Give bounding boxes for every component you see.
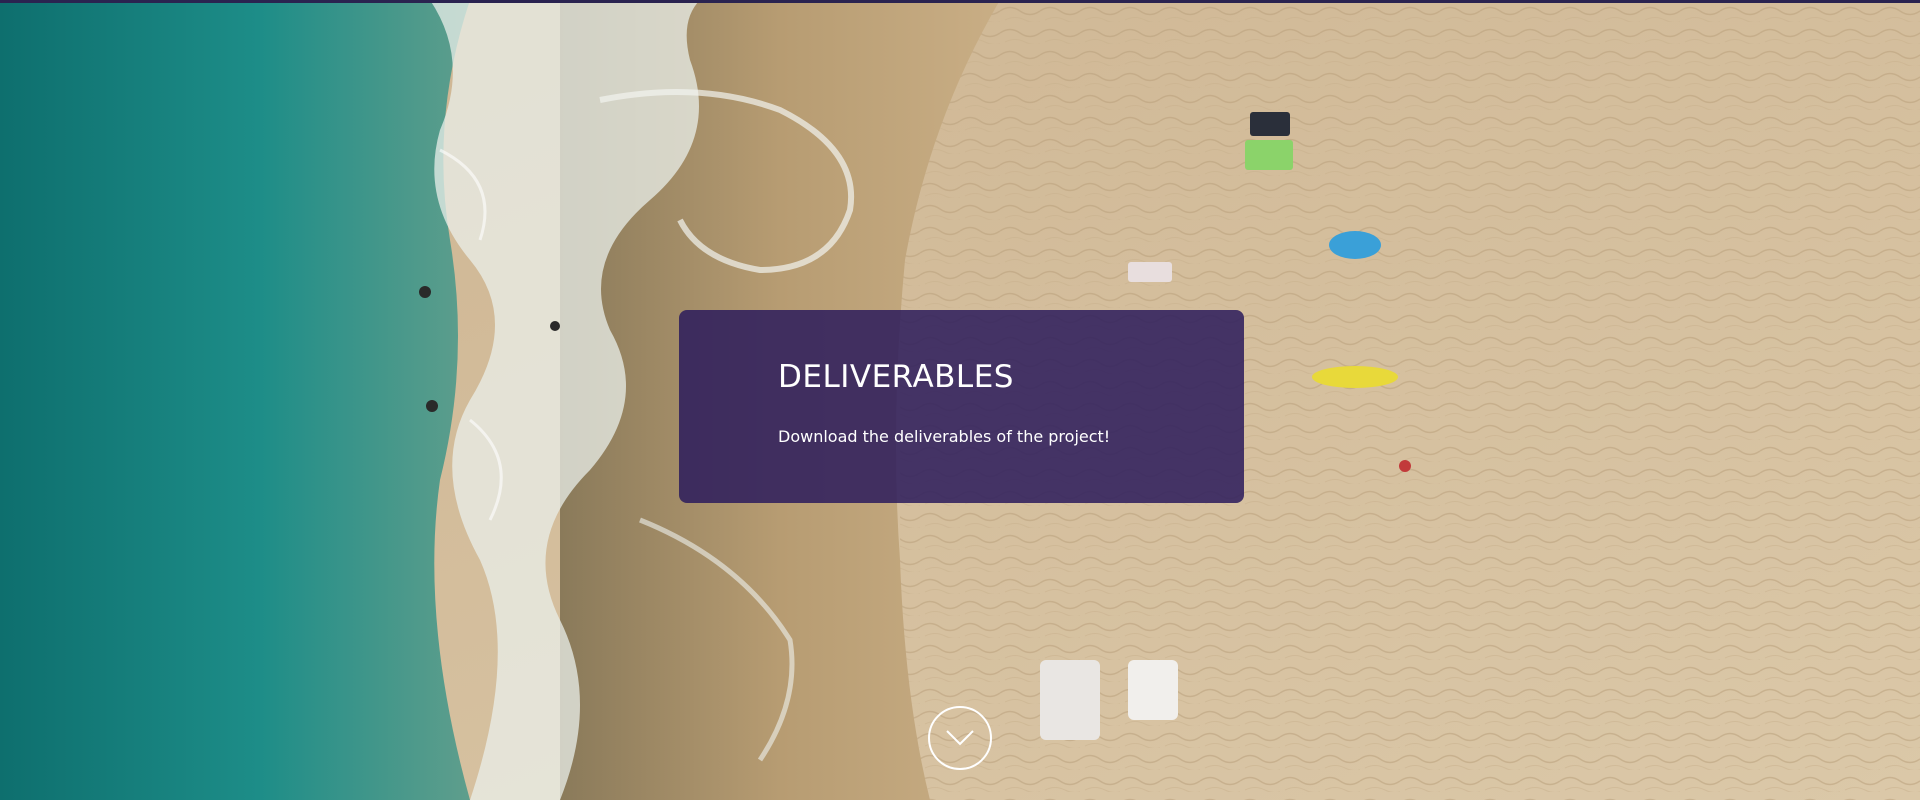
top-bar <box>0 0 1920 3</box>
scroll-down-button[interactable] <box>928 706 992 770</box>
deliverables-card: DELIVERABLES Download the deliverables o… <box>679 310 1244 503</box>
page-title: DELIVERABLES <box>778 359 1014 395</box>
chevron-down-icon <box>945 729 975 747</box>
page-description: Download the deliverables of the project… <box>778 427 1111 446</box>
